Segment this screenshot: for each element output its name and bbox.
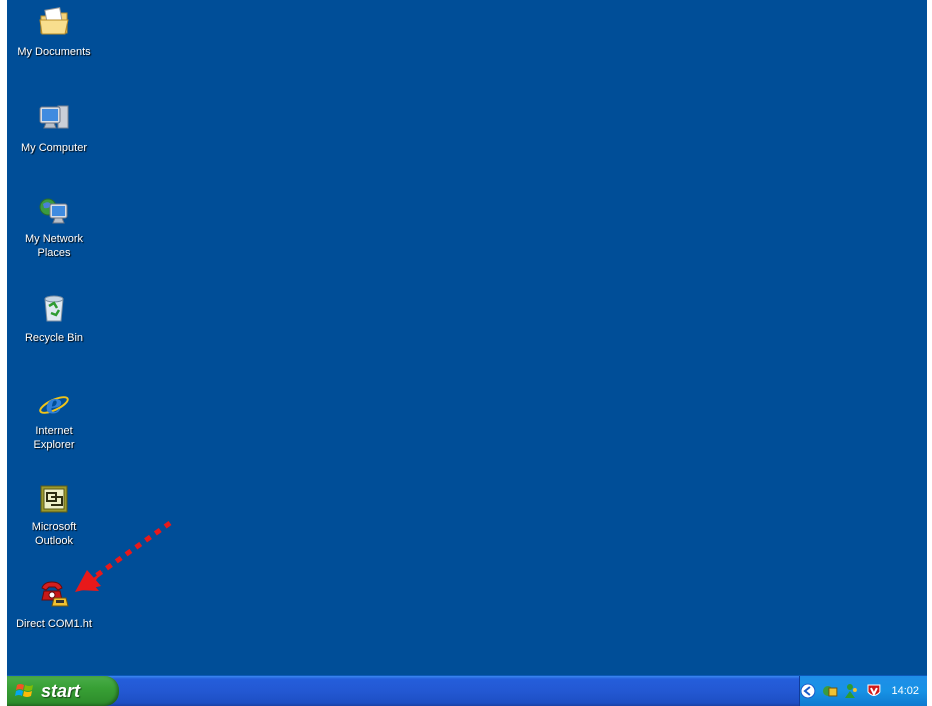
system-tray: 14:02 [799, 676, 927, 706]
user-status-icon[interactable] [844, 683, 860, 699]
desktop-icon-recycle-bin[interactable]: Recycle Bin [7, 292, 102, 346]
svg-text:e: e [46, 390, 63, 420]
network-connection-icon[interactable] [822, 683, 838, 699]
desktop-icon-label: My Documents [17, 46, 91, 58]
desktop-icon-internet-explorer[interactable]: e Internet Explorer [7, 388, 102, 453]
desktop-icon-label: Direct COM1.ht [16, 618, 92, 630]
internet-explorer-icon: e [39, 390, 69, 420]
computer-icon [39, 105, 69, 129]
outlook-icon [40, 485, 68, 513]
show-hidden-icons-chevron-icon[interactable] [800, 683, 816, 699]
recycle-bin-icon [44, 295, 64, 322]
desktop-icon-my-network-places[interactable]: My Network Places [7, 196, 102, 261]
desktop-icon-my-computer[interactable]: My Computer [7, 102, 102, 156]
network-icon [39, 198, 68, 224]
desktop-icon-my-documents[interactable]: My Documents [7, 6, 102, 60]
desktop-icon-microsoft-outlook[interactable]: Microsoft Outlook [7, 484, 102, 549]
desktop-icon-label: My Computer [20, 142, 88, 154]
start-button[interactable]: start [7, 676, 119, 706]
clock[interactable]: 14:02 [891, 685, 919, 697]
desktop-icon-label: Microsoft Outlook [31, 521, 77, 547]
taskbar: start 14:02 [7, 675, 927, 706]
windows-logo-icon [15, 684, 33, 697]
desktop-icon-direct-com1[interactable]: Direct COM1.ht [7, 578, 102, 632]
hyperterminal-icon [41, 581, 69, 607]
desktop-icon-label: Internet Explorer [33, 425, 75, 451]
desktop-icon-label: My Network Places [24, 233, 84, 259]
desktop-icon-label: Recycle Bin [24, 332, 84, 344]
antivirus-shield-icon[interactable] [866, 683, 882, 699]
start-label: start [41, 680, 81, 701]
desktop: My Documents My Computer My Network Plac… [7, 0, 927, 706]
folder-icon [39, 7, 69, 35]
